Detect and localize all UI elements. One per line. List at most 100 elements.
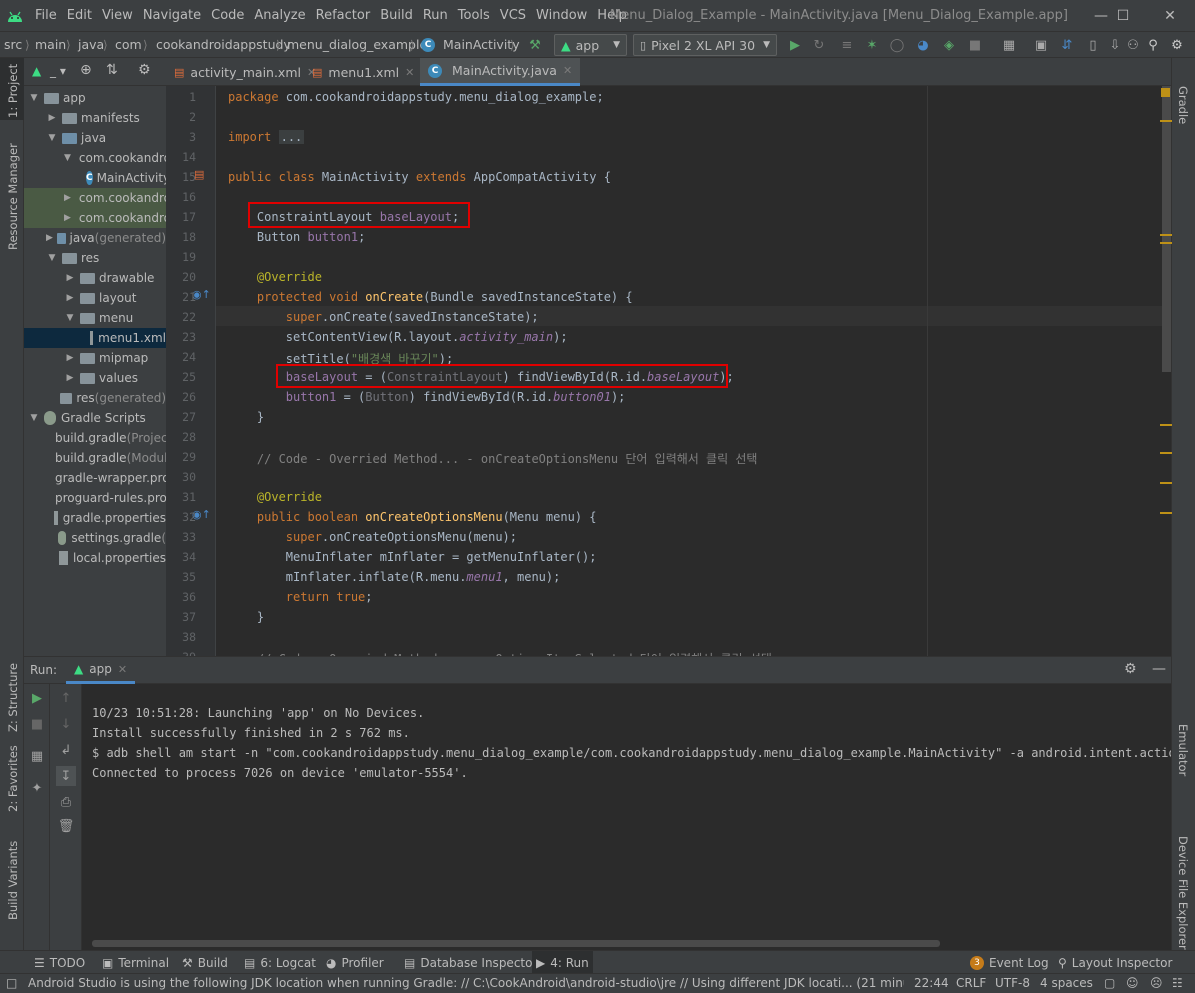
tree-item[interactable]: proguard-rules.pro [24, 488, 166, 508]
run-config-select[interactable]: ▲ app ▼ [554, 34, 627, 56]
close-icon[interactable]: ✕ [118, 663, 127, 676]
line-separator[interactable]: CRLF [956, 974, 986, 993]
resource-manager-tab[interactable]: Resource Manager [6, 143, 20, 250]
code-line[interactable]: } [228, 610, 264, 624]
avd-manager-icon[interactable]: ▯ [1084, 36, 1102, 54]
layout-icon[interactable]: ▦ [29, 748, 45, 764]
stop-icon[interactable]: ■ [29, 716, 45, 732]
gear-icon[interactable]: ⚙ [138, 62, 151, 78]
caret-position[interactable]: 22:44 [914, 974, 949, 993]
breadcrumb-java[interactable]: java [78, 32, 104, 58]
tab-menu1-xml[interactable]: ▤ menu1.xml ✕ [304, 58, 422, 86]
menu-analyze[interactable]: Analyze [249, 0, 310, 31]
menu-build[interactable]: Build [375, 0, 418, 31]
up-arrow-icon[interactable]: ↑ [58, 690, 74, 706]
status-message[interactable]: Android Studio is using the following JD… [28, 974, 904, 993]
run-tab-app[interactable]: ▲ app ✕ [66, 657, 136, 684]
tab-todo[interactable]: ☰ TODO [30, 951, 89, 974]
tree-item[interactable]: ▶ manifests [24, 108, 166, 128]
soft-wrap-icon[interactable]: ↲ [58, 742, 74, 758]
tree-item[interactable]: ▶ values [24, 368, 166, 388]
layout-inspector-icon[interactable]: ▣ [1032, 36, 1050, 54]
collapsed-arrow-icon[interactable]: ▶ [46, 113, 58, 123]
gradle-tasks-icon[interactable]: ⚇ [1124, 36, 1142, 54]
menu-vcs[interactable]: VCS [495, 0, 531, 31]
profile-icon[interactable]: ◕ [914, 36, 932, 54]
tab-event-log[interactable]: 3 Event Log [966, 951, 1053, 974]
menu-window[interactable]: Window [531, 0, 592, 31]
breadcrumb-subpackage[interactable]: menu_dialog_example [287, 32, 427, 58]
attach-debugger-icon[interactable]: ◯ [888, 36, 906, 54]
tree-item[interactable]: build.gradle (Project [24, 428, 166, 448]
tree-item[interactable]: ▼ Gradle Scripts [24, 408, 166, 428]
code-line[interactable]: super.onCreate(savedInstanceState); [228, 310, 539, 324]
settings-icon[interactable]: ⚙ [1168, 36, 1186, 54]
tree-item[interactable]: menu1.xml [24, 328, 166, 348]
inspection-icon[interactable]: ☺ [1126, 974, 1139, 993]
menu-edit[interactable]: Edit [62, 0, 97, 31]
code-line[interactable]: button1 = (Button) findViewById(R.id.but… [228, 390, 626, 404]
project-tool-tab[interactable]: 1: Project [6, 64, 20, 118]
tree-item[interactable]: local.properties [24, 548, 166, 568]
code-editor[interactable]: package com.cookandroidappstudy.menu_dia… [216, 86, 1162, 656]
tree-item[interactable]: ▼ menu [24, 308, 166, 328]
tree-item[interactable]: res (generated) [24, 388, 166, 408]
tree-item[interactable]: ▶ java (generated) [24, 228, 166, 248]
tab-run[interactable]: ▶ 4: Run [532, 951, 593, 974]
memory-icon[interactable]: ☷ [1172, 974, 1183, 993]
tree-item[interactable]: ▶ com.cookandroidappstudy [24, 208, 166, 228]
rerun-icon[interactable]: ▶ [29, 690, 45, 706]
code-line[interactable]: public class MainActivity extends AppCom… [228, 170, 611, 184]
tree-item[interactable]: gradle-wrapper.properties [24, 468, 166, 488]
hide-icon[interactable]: — [1152, 661, 1166, 677]
tree-item[interactable]: gradle.properties [24, 508, 166, 528]
print-icon[interactable]: ⎙ [58, 794, 74, 810]
console-line[interactable]: Connected to process 7026 on device 'emu… [92, 766, 468, 780]
collapsed-arrow-icon[interactable]: ▶ [64, 293, 76, 303]
collapsed-arrow-icon[interactable]: ▶ [64, 273, 76, 283]
warning-icon[interactable] [1161, 88, 1170, 97]
project-structure-icon[interactable]: ▦ [1000, 36, 1018, 54]
console-line[interactable]: Install successfully finished in 2 s 762… [92, 726, 410, 740]
breadcrumb-package[interactable]: cookandroidappstudy [156, 32, 291, 58]
code-line[interactable]: return true; [228, 590, 373, 604]
sync-gradle-icon[interactable]: ⇵ [1058, 36, 1076, 54]
tree-item[interactable]: ▼ java [24, 128, 166, 148]
menu-navigate[interactable]: Navigate [138, 0, 206, 31]
close-icon[interactable]: ✕ [1147, 0, 1193, 31]
close-icon[interactable]: ✕ [563, 64, 572, 77]
tree-item[interactable]: C MainActivity [24, 168, 166, 188]
code-line[interactable]: } [228, 410, 264, 424]
expanded-arrow-icon[interactable]: ▼ [64, 313, 76, 323]
feedback-icon[interactable]: ☹ [1150, 974, 1163, 993]
status-panel-icon[interactable]: □ [6, 974, 17, 993]
down-arrow-icon[interactable]: ↓ [58, 716, 74, 732]
menu-run[interactable]: Run [418, 0, 453, 31]
menu-tools[interactable]: Tools [453, 0, 495, 31]
code-line[interactable]: mInflater.inflate(R.menu.menu1, menu); [228, 570, 561, 584]
lock-icon[interactable]: ▢ [1104, 974, 1115, 993]
collapsed-arrow-icon[interactable]: ▶ [64, 373, 76, 383]
collapsed-arrow-icon[interactable]: ▶ [46, 233, 53, 243]
scroll-to-end-icon[interactable]: ↧ [56, 766, 76, 786]
collapsed-arrow-icon[interactable]: ▶ [64, 193, 71, 203]
device-select[interactable]: ▯ Pixel 2 XL API 30 ▼ [633, 34, 777, 56]
tree-item[interactable]: ▼ res [24, 248, 166, 268]
coverage-icon[interactable]: ◈ [940, 36, 958, 54]
tree-item[interactable]: ▶ com.cookandroidappstudy [24, 188, 166, 208]
close-icon[interactable]: ✕ [405, 66, 414, 79]
code-line[interactable]: Button button1; [228, 230, 365, 244]
console-line[interactable]: 10/23 10:51:28: Launching 'app' on No De… [92, 706, 424, 720]
run-console[interactable]: 10/23 10:51:28: Launching 'app' on No De… [82, 684, 1171, 950]
debug-icon[interactable]: ✶ [863, 36, 881, 54]
menu-view[interactable]: View [97, 0, 138, 31]
tab-profiler[interactable]: ◕ Profiler [322, 951, 388, 974]
sdk-manager-icon[interactable]: ⇩ [1106, 36, 1124, 54]
gradle-tab[interactable]: Gradle [1176, 86, 1190, 124]
favorites-tab[interactable]: 2: Favorites [6, 745, 20, 812]
code-line[interactable]: public boolean onCreateOptionsMenu(Menu … [228, 510, 597, 524]
collapsed-arrow-icon[interactable]: ▶ [64, 213, 71, 223]
tree-item[interactable]: ▶ mipmap [24, 348, 166, 368]
expanded-arrow-icon[interactable]: ▼ [46, 253, 58, 263]
tree-item[interactable]: ▼ app [24, 88, 166, 108]
